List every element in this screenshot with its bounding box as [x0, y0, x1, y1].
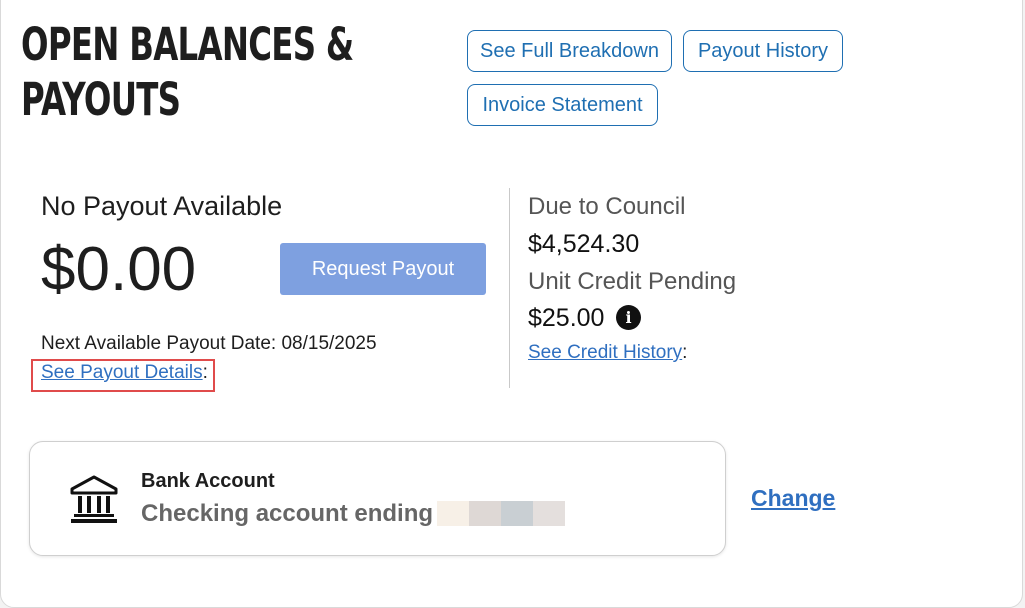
- next-payout-date-label: Next Available Payout Date:: [41, 333, 282, 354]
- next-payout-date-value: 08/15/2025: [281, 333, 377, 354]
- payout-history-button[interactable]: Payout History: [683, 30, 843, 72]
- credit-history-row: See Credit History:: [528, 342, 687, 364]
- due-to-council-value: $4,524.30: [528, 230, 640, 258]
- info-icon[interactable]: i: [616, 305, 641, 330]
- bank-account-description: Checking account ending in: [141, 500, 462, 527]
- invoice-statement-button[interactable]: Invoice Statement: [467, 84, 658, 126]
- bank-account-title: Bank Account: [141, 470, 275, 492]
- masked-account-number: [437, 501, 565, 526]
- change-bank-account-link[interactable]: Change: [751, 485, 835, 512]
- vertical-divider: [509, 188, 510, 388]
- masked-block-1: [437, 501, 469, 526]
- bank-icon: [70, 475, 118, 523]
- request-payout-button[interactable]: Request Payout: [280, 243, 486, 295]
- masked-block-3: [501, 501, 533, 526]
- payout-details-suffix: :: [202, 362, 208, 383]
- masked-block-2: [469, 501, 501, 526]
- payout-amount: $0.00: [41, 235, 197, 304]
- due-to-council-label: Due to Council: [528, 193, 686, 220]
- next-payout-date: Next Available Payout Date: 08/15/2025: [41, 333, 377, 355]
- payout-status-title: No Payout Available: [41, 191, 283, 221]
- see-credit-history-link[interactable]: See Credit History: [528, 342, 682, 363]
- see-payout-details-link[interactable]: See Payout Details: [41, 362, 203, 383]
- page-title-line-1: OPEN BALANCES &: [21, 18, 354, 71]
- credit-history-suffix: :: [682, 342, 688, 363]
- payout-details-row: See Payout Details:: [41, 362, 208, 384]
- see-full-breakdown-button[interactable]: See Full Breakdown: [467, 30, 672, 72]
- unit-credit-pending-value: $25.00: [528, 304, 605, 332]
- page-title-line-2: PAYOUTS: [21, 73, 181, 126]
- page-title: OPEN BALANCES & PAYOUTS: [21, 17, 354, 127]
- unit-credit-pending-label: Unit Credit Pending: [528, 268, 737, 295]
- bank-account-card: [29, 441, 726, 556]
- masked-block-4: [533, 501, 565, 526]
